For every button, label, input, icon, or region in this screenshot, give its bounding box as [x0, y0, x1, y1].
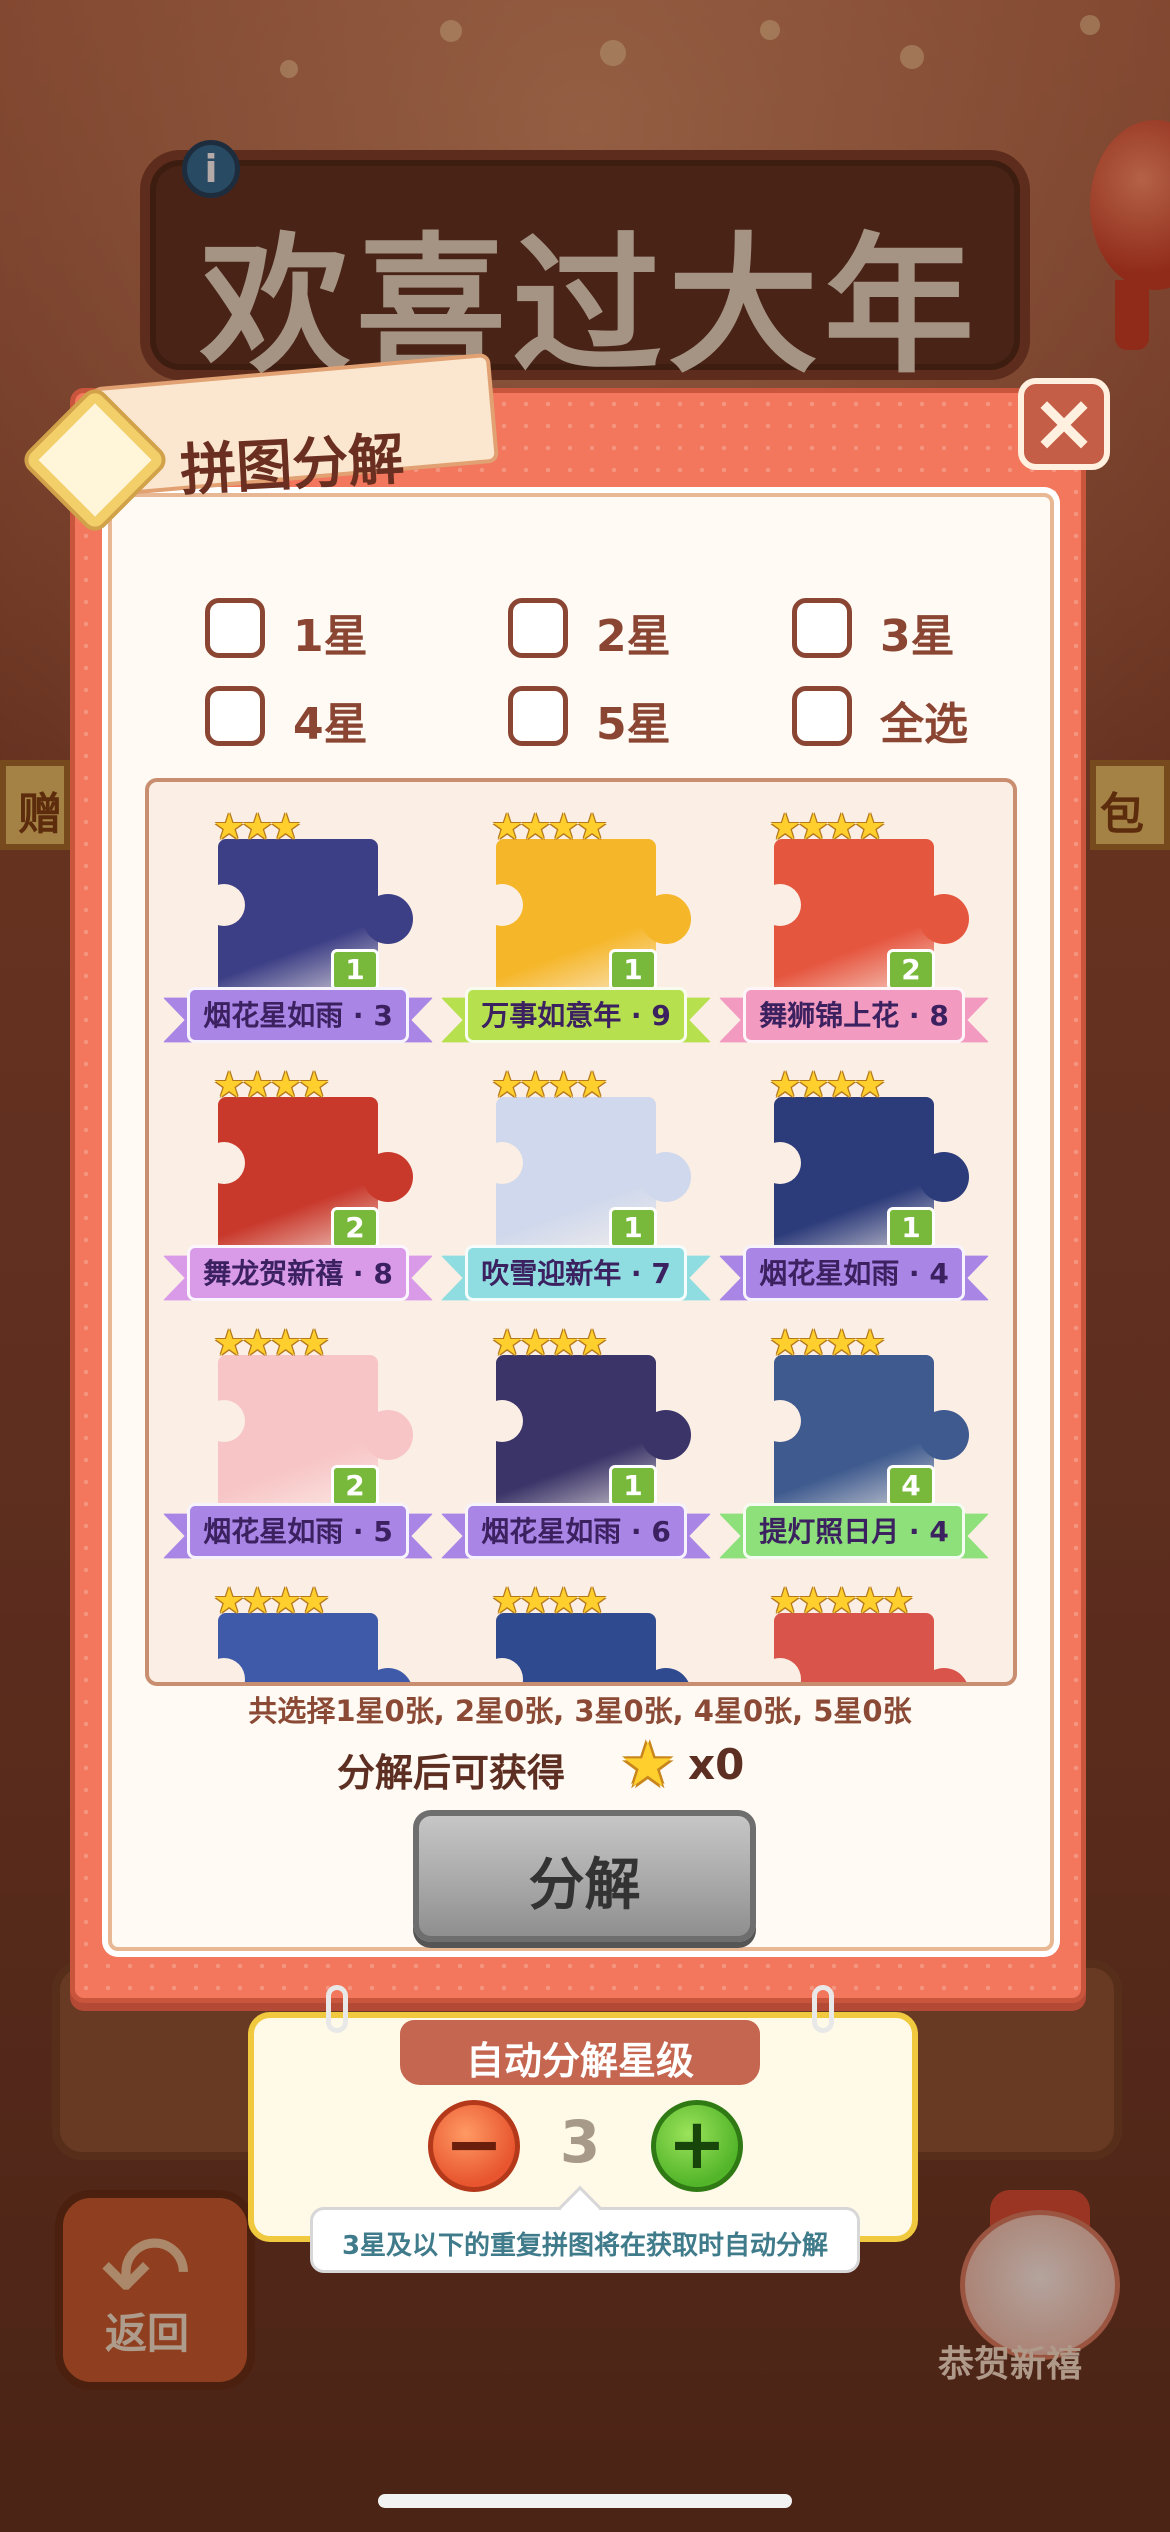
dialog-title: 拼图分解: [178, 427, 406, 504]
checkbox[interactable]: [205, 686, 265, 746]
star-rating: ★★★★: [769, 1065, 886, 1106]
star-rating: ★★★★: [213, 1065, 330, 1106]
puzzle-card[interactable]: ★★★★: [441, 1578, 711, 1682]
card-label: 烟花星如雨 · 3: [203, 999, 393, 1032]
star-rating: ★★★★: [213, 1581, 330, 1622]
puzzle-card[interactable]: ★★★★ 2 舞狮锦上花 · 8: [719, 804, 989, 1059]
puzzle-hole: [203, 884, 245, 926]
puzzle-knob: [919, 1152, 969, 1202]
piece-count-badge: 4: [887, 1465, 935, 1507]
piece-count-badge: 1: [609, 949, 657, 991]
puzzle-knob: [919, 1410, 969, 1460]
filter-label: 全选: [880, 699, 968, 750]
star-rating: ★★★★: [491, 1581, 608, 1622]
checkbox[interactable]: [508, 598, 568, 658]
puzzle-hole: [759, 1400, 801, 1442]
minus-icon: −: [444, 2103, 504, 2185]
reward-label: 分解后可获得: [337, 1751, 566, 1795]
puzzle-card[interactable]: ★★★★ 1 烟花星如雨 · 4: [719, 1062, 989, 1317]
card-label: 万事如意年 · 9: [481, 999, 671, 1032]
card-label: 烟花星如雨 · 6: [481, 1515, 671, 1548]
checkbox[interactable]: [792, 686, 852, 746]
filter-label: 3星: [880, 611, 955, 662]
puzzle-knob: [363, 1152, 413, 1202]
piece-count-badge: 1: [609, 1207, 657, 1249]
puzzle-knob: [363, 894, 413, 944]
puzzle-hole: [759, 1142, 801, 1184]
puzzle-hole: [481, 1142, 523, 1184]
plus-icon: +: [667, 2103, 727, 2185]
puzzle-knob: [919, 894, 969, 944]
filter-label: 5星: [596, 699, 671, 750]
close-icon: ×: [1030, 376, 1098, 469]
selection-summary: 共选择1星0张, 2星0张, 3星0张, 4星0张, 5星0张: [248, 1694, 912, 1728]
filter-label: 1星: [293, 611, 368, 662]
puzzle-grid: ★★★ 1 烟花星如雨 · 3 ★★★★ 1 万事如意年 · 9 ★★★★ 2 舞狮锦上花 · …: [145, 778, 1017, 1686]
card-label: 烟花星如雨 · 4: [759, 1257, 949, 1290]
star-rating: ★★★★: [491, 1323, 608, 1364]
piece-count-badge: 1: [887, 1207, 935, 1249]
piece-count-badge: 2: [331, 1465, 379, 1507]
puzzle-hole: [203, 1400, 245, 1442]
auto-decompose-level: 3: [559, 2108, 601, 2176]
checkbox[interactable]: [792, 598, 852, 658]
puzzle-knob: [641, 1152, 691, 1202]
star-rating: ★★★★: [491, 807, 608, 848]
filter-label: 4星: [293, 699, 368, 750]
puzzle-card[interactable]: ★★★★ 1 烟花星如雨 · 6: [441, 1320, 711, 1575]
puzzle-hole: [481, 1400, 523, 1442]
star-rating: ★★★: [213, 807, 302, 848]
puzzle-hole: [759, 884, 801, 926]
puzzle-card[interactable]: ★★★★★: [719, 1578, 989, 1682]
binder-ring: [812, 1985, 834, 2033]
checkbox[interactable]: [508, 686, 568, 746]
puzzle-hole: [481, 884, 523, 926]
close-button[interactable]: ×: [1018, 378, 1110, 470]
puzzle-card[interactable]: ★★★★: [163, 1578, 433, 1682]
star-rating: ★★★★★: [769, 1581, 914, 1622]
decompose-button[interactable]: 分解: [413, 1810, 756, 1942]
star-rating: ★★★★: [769, 1323, 886, 1364]
puzzle-knob: [363, 1410, 413, 1460]
card-label: 舞龙贺新禧 · 8: [203, 1257, 393, 1290]
piece-count-badge: 2: [331, 1207, 379, 1249]
checkbox[interactable]: [205, 598, 265, 658]
increase-level-button[interactable]: +: [651, 2100, 743, 2192]
puzzle-card[interactable]: ★★★★ 2 舞龙贺新禧 · 8: [163, 1062, 433, 1317]
home-indicator: [378, 2494, 792, 2508]
puzzle-card[interactable]: ★★★★ 2 烟花星如雨 · 5: [163, 1320, 433, 1575]
puzzle-card[interactable]: ★★★ 1 烟花星如雨 · 3: [163, 804, 433, 1059]
star-rating: ★★★★: [769, 807, 886, 848]
star-rating: ★★★★: [491, 1065, 608, 1106]
card-label: 提灯照日月 · 4: [759, 1515, 949, 1548]
puzzle-hole: [203, 1142, 245, 1184]
decrease-level-button[interactable]: −: [428, 2100, 520, 2192]
star-rating: ★★★★: [213, 1323, 330, 1364]
binder-ring: [326, 1985, 348, 2033]
card-label: 烟花星如雨 · 5: [203, 1515, 393, 1548]
card-label: 舞狮锦上花 · 8: [759, 999, 949, 1032]
star-icon: ★: [620, 1728, 676, 1801]
puzzle-card[interactable]: ★★★★ 1 吹雪迎新年 · 7: [441, 1062, 711, 1317]
puzzle-knob: [641, 894, 691, 944]
card-label: 吹雪迎新年 · 7: [481, 1257, 671, 1290]
puzzle-card[interactable]: ★★★★ 4 提灯照日月 · 4: [719, 1320, 989, 1575]
piece-count-badge: 1: [609, 1465, 657, 1507]
puzzle-knob: [641, 1410, 691, 1460]
auto-decompose-tip: 3星及以下的重复拼图将在获取时自动分解: [341, 2231, 829, 2261]
reward-count: x0: [688, 1740, 745, 1789]
puzzle-card[interactable]: ★★★★ 1 万事如意年 · 9: [441, 804, 711, 1059]
auto-decompose-title: 自动分解星级: [465, 2039, 694, 2083]
piece-count-badge: 2: [887, 949, 935, 991]
decompose-button-label: 分解: [528, 1853, 641, 1918]
filter-label: 2星: [596, 611, 671, 662]
piece-count-badge: 1: [331, 949, 379, 991]
